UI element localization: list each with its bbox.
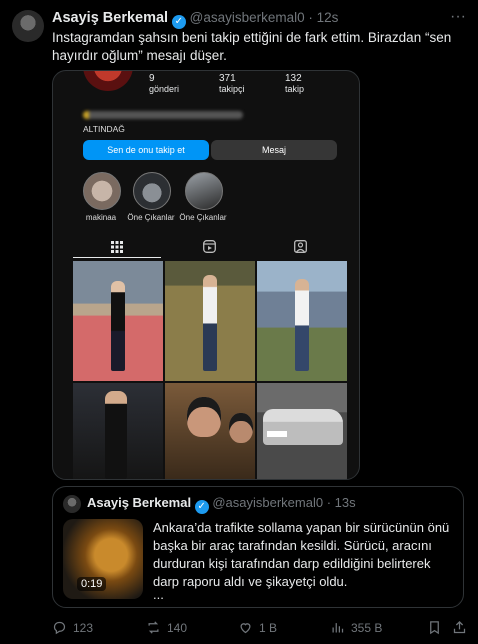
heart-icon [240, 623, 251, 634]
ig-post-4[interactable] [73, 383, 163, 479]
repost-button[interactable]: 140 [146, 620, 187, 635]
ig-post-3[interactable] [257, 261, 347, 381]
views-count: 355 B [351, 620, 383, 635]
ig-post-2[interactable] [165, 261, 255, 381]
like-count: 1 B [259, 620, 278, 635]
ig-profile-pic [83, 71, 133, 91]
verified-badge-icon: ✓ [194, 500, 209, 514]
views-icon [332, 623, 344, 633]
ig-follow-back-button[interactable]: Sen de onu takip et [83, 140, 209, 160]
tweet-time[interactable]: 12s [317, 10, 339, 25]
person-figure [295, 279, 309, 371]
bookmark-icon [430, 621, 439, 635]
ig-highlight-label: Öne Çıkanlar [179, 213, 227, 222]
ig-stat-posts: 9 gönderi [149, 73, 180, 94]
reply-button[interactable]: 123 [52, 620, 93, 635]
reply-icon [53, 621, 66, 635]
ig-post-1[interactable] [73, 261, 163, 381]
person-figure [203, 275, 217, 371]
quoted-author-handle: @asayisberkemal0 [212, 495, 324, 510]
more-options-icon[interactable]: ··· [450, 8, 466, 26]
person-figure [111, 281, 125, 371]
ig-location: ALTINDAĞ [83, 124, 125, 134]
tweet-media[interactable]: 9 gönderi 371 takipçi 132 takip ALTINDAĞ… [52, 70, 360, 480]
separator-dot: · [326, 495, 332, 510]
license-plate [267, 431, 287, 437]
quoted-text: Ankara’da trafikte sollama yapan bir sür… [153, 520, 450, 589]
verified-badge-icon: ✓ [171, 15, 186, 29]
quoted-author-avatar [63, 495, 81, 513]
ig-stat-followers: 371 takipçi [219, 73, 245, 94]
author-avatar[interactable] [12, 10, 44, 42]
reply-count: 123 [73, 620, 94, 635]
video-duration-badge: 0:19 [77, 577, 107, 591]
separator-dot: · [308, 10, 313, 25]
repost-count: 140 [167, 620, 188, 635]
ig-active-tab-underline [73, 257, 161, 258]
like-button[interactable]: 1 B [238, 620, 277, 635]
ig-reels-tab-icon[interactable] [203, 240, 216, 258]
ig-grid-tab-icon[interactable] [111, 240, 123, 258]
ig-highlight-3[interactable] [185, 172, 223, 210]
ig-post-6[interactable] [257, 383, 347, 479]
ig-tagged-tab-icon[interactable] [294, 240, 307, 258]
ig-message-button[interactable]: Mesaj [211, 140, 337, 160]
views-button[interactable]: 355 B [330, 620, 382, 635]
ig-highlight-label: makinaa [85, 213, 117, 222]
person-figure [105, 391, 127, 479]
quoted-header: Asayiş Berkemal ✓ @asayisberkemal0 · 13s [87, 495, 356, 514]
ig-post-5[interactable] [165, 383, 255, 479]
face-figure [187, 397, 221, 437]
author-name[interactable]: Asayiş Berkemal [52, 10, 168, 26]
quoted-author-name: Asayiş Berkemal [87, 495, 192, 510]
quoted-tweet[interactable]: Asayiş Berkemal ✓ @asayisberkemal0 · 13s… [52, 486, 464, 608]
quoted-tweet-time: 13s [334, 495, 356, 510]
quoted-ellipsis: ... [153, 587, 164, 602]
ig-stat-following: 132 takip [285, 73, 305, 94]
ig-highlight-1[interactable] [83, 172, 121, 210]
ig-blurred-name [83, 111, 243, 119]
author-handle[interactable]: @asayisberkemal0 [190, 10, 305, 25]
car-shape [263, 409, 343, 445]
face-figure [229, 413, 253, 443]
share-icon [453, 620, 466, 634]
ig-highlight-2[interactable] [133, 172, 171, 210]
share-button[interactable] [452, 620, 467, 635]
ig-highlight-label: Öne Çıkanlar [127, 213, 175, 222]
repost-icon [148, 621, 159, 634]
tweet-text: Instagramdan şahsın beni takip ettiğini … [52, 30, 452, 63]
tweet-header: Asayiş Berkemal ✓ @asayisberkemal0 · 12s [52, 10, 338, 29]
quoted-video-thumbnail[interactable]: 0:19 [63, 519, 143, 599]
bookmark-button[interactable] [427, 620, 442, 635]
